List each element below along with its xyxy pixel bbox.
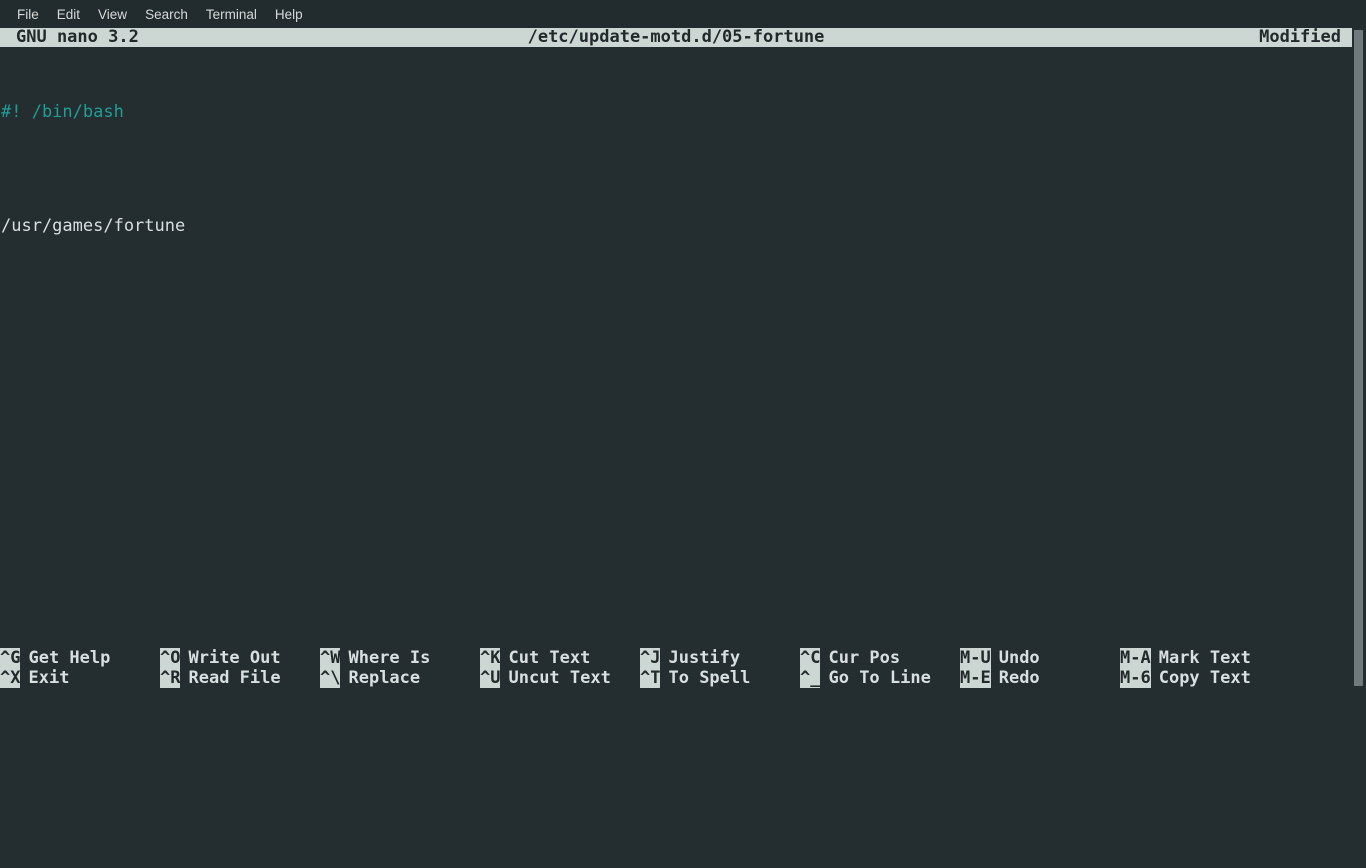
menu-item-file[interactable]: File [8,4,48,25]
shortcut-label: Justify [660,648,740,668]
buffer-line-2 [0,160,1352,179]
shortcut-label: To Spell [660,668,750,688]
shortcut-cur-pos[interactable]: ^CCur Pos [800,648,900,668]
shortcut-label: Where Is [340,648,430,668]
shortcut-label: Read File [180,668,280,688]
shortcut-label: Uncut Text [500,668,610,688]
shortcut-key-badge: ^J [640,648,660,668]
shortcut-mark-text[interactable]: M-AMark Text [1120,648,1251,668]
shortcut-undo[interactable]: M-UUndo [960,648,1040,668]
shortcut-label: Go To Line [820,668,930,688]
nano-title-bar: GNU nano 3.2 /etc/update-motd.d/05-fortu… [0,28,1352,47]
shortcut-label: Copy Text [1151,668,1251,688]
shortcut-key-badge: ^K [480,648,500,668]
shortcut-exit[interactable]: ^XExit [0,668,69,688]
menu-item-help[interactable]: Help [266,4,312,25]
shortcut-copy-text[interactable]: M-6Copy Text [1120,668,1251,688]
shortcut-key-badge: M-E [960,668,991,688]
shortcut-row-bottom: ^XExit ^RRead File ^\Replace ^UUncut Tex… [0,668,1352,688]
shortcut-label: Write Out [180,648,280,668]
shortcut-row-top: ^GGet Help ^OWrite Out ^WWhere Is ^KCut … [0,648,1352,668]
shortcut-write-out[interactable]: ^OWrite Out [160,648,281,668]
terminal-scrollbar-track[interactable] [1352,28,1366,690]
shortcut-cut-text[interactable]: ^KCut Text [480,648,590,668]
shortcut-key-badge: ^C [800,648,820,668]
shortcut-key-badge: ^O [160,648,180,668]
shortcut-key-badge: ^R [160,668,180,688]
shortcut-label: Mark Text [1151,648,1251,668]
shortcut-read-file[interactable]: ^RRead File [160,668,281,688]
menu-item-view[interactable]: View [89,4,136,25]
shortcut-where-is[interactable]: ^WWhere Is [320,648,430,668]
shortcut-label: Cut Text [500,648,590,668]
nano-editor-buffer[interactable]: #! /bin/bash /usr/games/fortune [0,47,1352,625]
shortcut-key-badge: ^U [480,668,500,688]
shortcut-key-badge: M-U [960,648,991,668]
shortcut-label: Exit [20,668,69,688]
shortcut-label: Get Help [20,648,110,668]
shortcut-key-badge: M-6 [1120,668,1151,688]
shortcut-key-badge: ^\ [320,668,340,688]
shortcut-label: Undo [991,648,1040,668]
nano-filename-label: /etc/update-motd.d/05-fortune [0,28,1352,47]
shortcut-justify[interactable]: ^JJustify [640,648,740,668]
shortcut-key-badge: ^_ [800,668,820,688]
shortcut-label: Cur Pos [820,648,900,668]
shortcut-uncut-text[interactable]: ^UUncut Text [480,668,611,688]
nano-modified-status: Modified [1259,28,1341,47]
shortcut-key-badge: ^G [0,648,20,668]
menu-item-edit[interactable]: Edit [48,4,89,25]
shortcut-key-badge: ^W [320,648,340,668]
shortcut-replace[interactable]: ^\Replace [320,668,420,688]
shortcut-key-badge: ^X [0,668,20,688]
shortcut-to-spell[interactable]: ^TTo Spell [640,668,750,688]
nano-shortcut-bar: ^GGet Help ^OWrite Out ^WWhere Is ^KCut … [0,648,1352,690]
shortcut-label: Replace [340,668,420,688]
shortcut-key-badge: ^T [640,668,660,688]
shortcut-key-badge: M-A [1120,648,1151,668]
buffer-line-1: #! /bin/bash [0,103,1352,122]
terminal-menu-bar: File Edit View Search Terminal Help [0,0,1366,28]
buffer-line-3: /usr/games/fortune [0,217,1352,236]
terminal-scrollbar-thumb[interactable] [1354,30,1363,686]
shortcut-label: Redo [991,668,1040,688]
shortcut-redo[interactable]: M-ERedo [960,668,1040,688]
shortcut-go-to-line[interactable]: ^_Go To Line [800,668,931,688]
menu-item-terminal[interactable]: Terminal [197,4,266,25]
menu-item-search[interactable]: Search [136,4,197,25]
shortcut-get-help[interactable]: ^GGet Help [0,648,110,668]
